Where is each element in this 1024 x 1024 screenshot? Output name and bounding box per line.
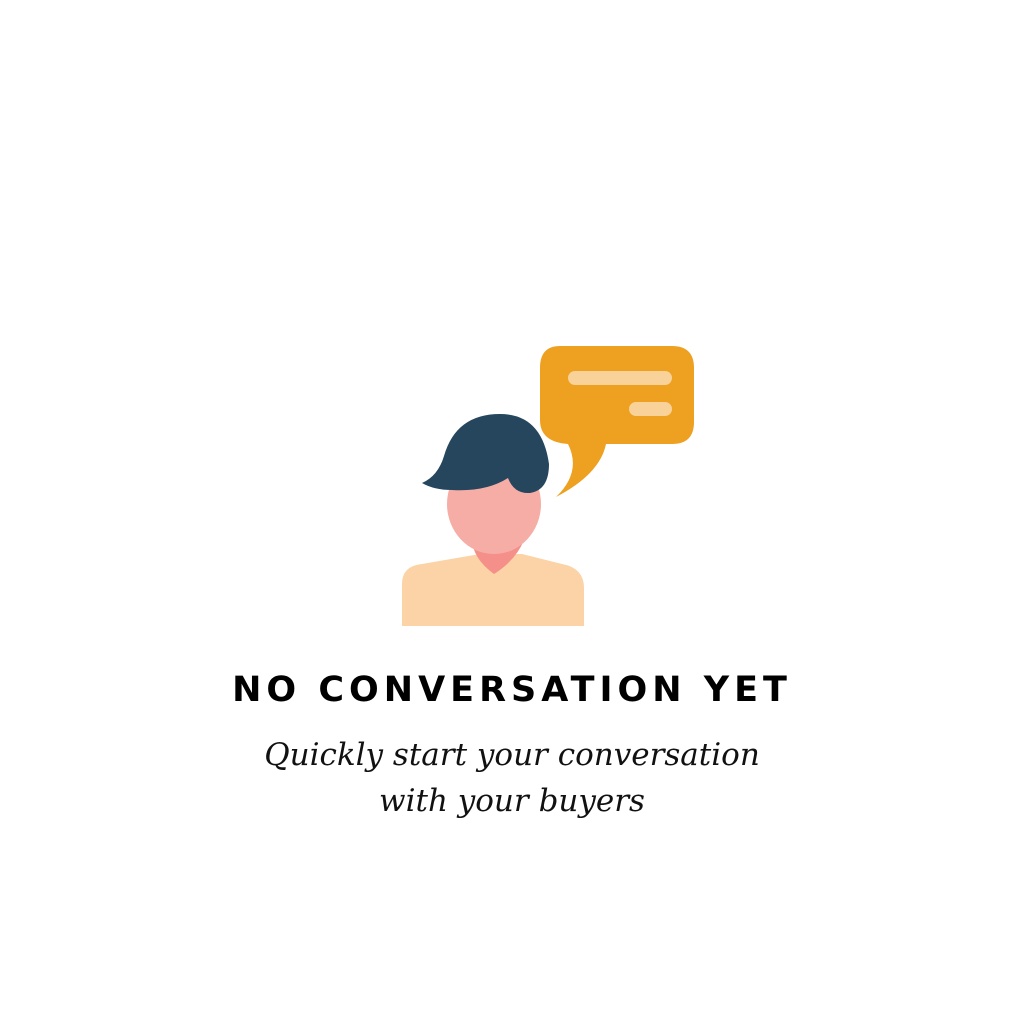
person-icon: [402, 414, 584, 626]
empty-state-subtitle-line1: Quickly start your conversation: [264, 737, 760, 773]
empty-state-subtitle: Quickly start your conversation with you…: [0, 732, 1024, 824]
empty-state-illustration: [400, 344, 700, 626]
speech-bubble-icon: [540, 346, 694, 497]
empty-state-subtitle-line2: with your buyers: [379, 783, 645, 819]
empty-conversation-screen: NO CONVERSATION YET Quickly start your c…: [0, 0, 1024, 1024]
empty-state-title: NO CONVERSATION YET: [232, 670, 792, 710]
person-chat-bubble-icon: [402, 346, 694, 626]
